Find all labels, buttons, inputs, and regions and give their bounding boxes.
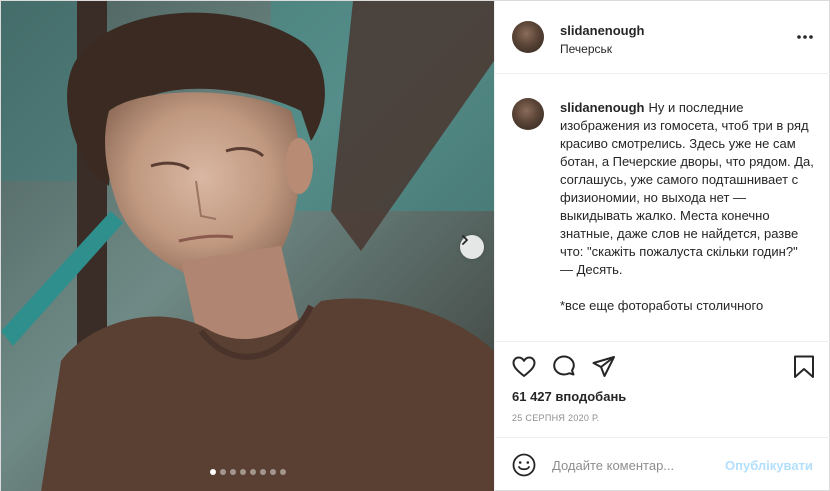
carousel-next-button[interactable] — [460, 235, 484, 259]
more-options-button[interactable] — [795, 29, 815, 45]
heart-icon — [512, 356, 536, 377]
carousel-dot — [260, 469, 266, 475]
carousel-dot — [220, 469, 226, 475]
post-side-panel: slidanenough Печерськ slidanenough Ну и п… — [494, 1, 830, 491]
caption-username[interactable]: slidanenough — [560, 100, 645, 115]
caption-continued-text: *все еще фотоработы столичного — [560, 298, 764, 313]
caption-text: Ну и последние изображения из гомосета, … — [560, 100, 814, 277]
smiley-icon — [512, 453, 536, 477]
caption-avatar[interactable] — [512, 98, 544, 130]
like-button[interactable] — [511, 354, 537, 380]
share-button[interactable] — [591, 354, 617, 380]
instagram-post: slidanenough Печерськ slidanenough Ну и п… — [0, 0, 830, 491]
location-link[interactable]: Печерськ — [560, 42, 612, 56]
carousel-dot — [270, 469, 276, 475]
caption-area: slidanenough Ну и последние изображения и… — [495, 74, 830, 341]
action-bar — [495, 341, 830, 387]
post-date[interactable]: 25 СЕРПНЯ 2020 Р. — [512, 413, 599, 423]
post-photo[interactable] — [1, 1, 494, 491]
save-button[interactable] — [791, 354, 817, 380]
publish-button[interactable]: Опублікувати — [725, 458, 813, 473]
comment-icon — [553, 355, 575, 376]
carousel-dot — [280, 469, 286, 475]
avatar[interactable] — [512, 21, 544, 53]
carousel-dot — [250, 469, 256, 475]
carousel-dot — [240, 469, 246, 475]
comment-bar: Опублікувати — [495, 437, 830, 491]
paper-plane-icon — [592, 356, 615, 377]
photo-illustration — [1, 1, 494, 491]
likes-count[interactable]: 61 427 вподобань — [512, 389, 626, 404]
comment-button[interactable] — [551, 354, 577, 380]
more-dots-icon — [797, 35, 813, 39]
emoji-button[interactable] — [511, 452, 537, 478]
header-username[interactable]: slidanenough — [560, 23, 645, 38]
chevron-right-icon — [462, 235, 468, 245]
carousel-dot — [230, 469, 236, 475]
bookmark-icon — [794, 355, 814, 378]
post-header: slidanenough Печерськ — [495, 1, 830, 74]
comment-input[interactable] — [552, 455, 712, 475]
carousel-indicator — [210, 469, 286, 475]
caption: slidanenough Ну и последние изображения и… — [560, 99, 820, 315]
carousel-dot-active — [210, 469, 216, 475]
